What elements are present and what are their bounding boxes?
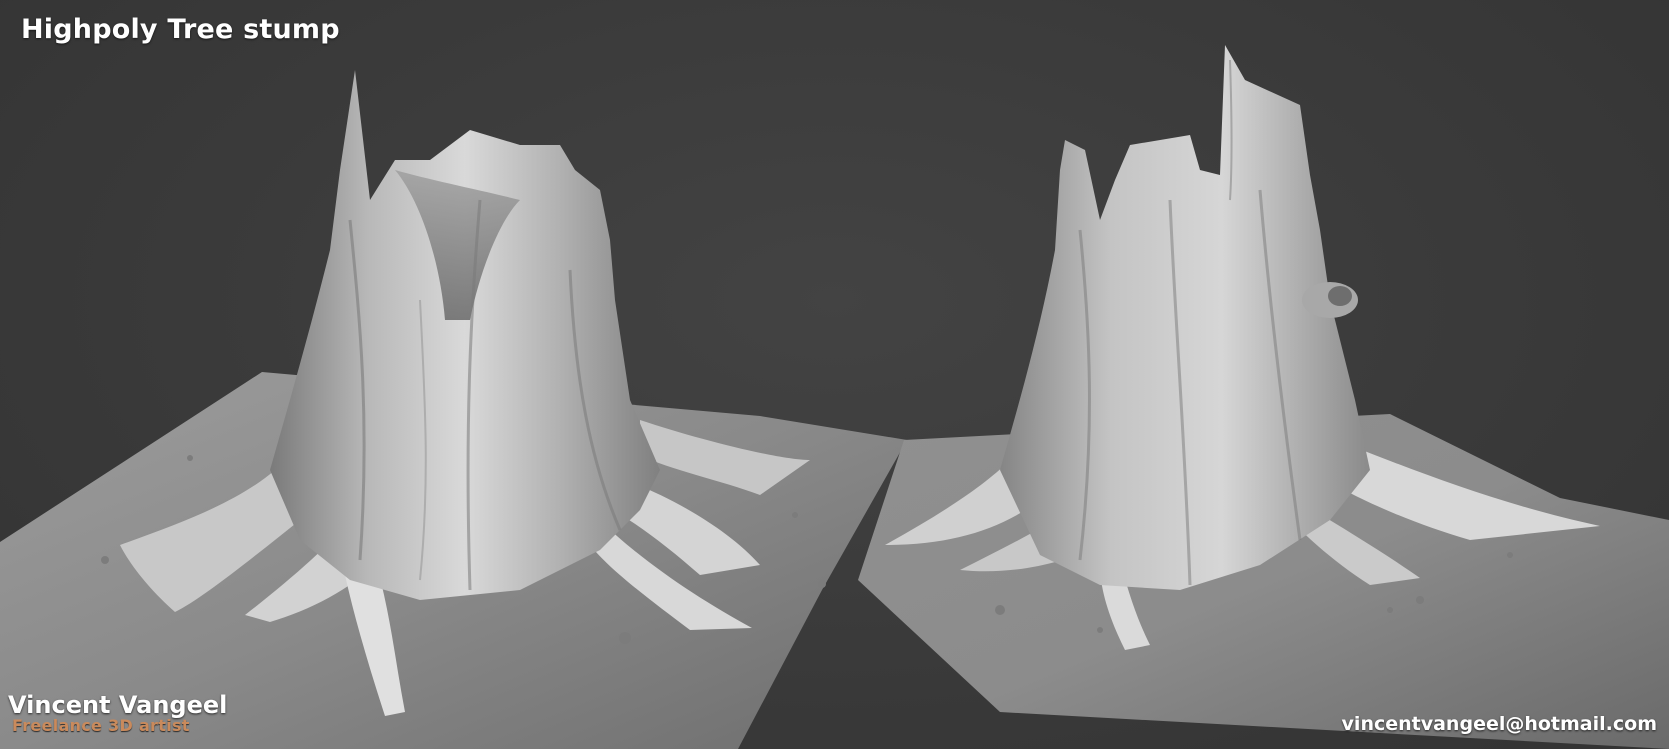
- author-role: Freelance 3D artist: [12, 716, 190, 735]
- render-scene: [0, 45, 1669, 749]
- stump-trunk-left: [270, 70, 660, 600]
- author-name: Vincent Vangeel: [8, 691, 228, 719]
- page-title: Highpoly Tree stump: [21, 14, 340, 45]
- stump-trunk-right: [1000, 45, 1370, 590]
- render-front-view: [0, 70, 907, 749]
- render-back-view: [858, 45, 1669, 749]
- contact-email: vincentvangeel@hotmail.com: [1341, 713, 1657, 735]
